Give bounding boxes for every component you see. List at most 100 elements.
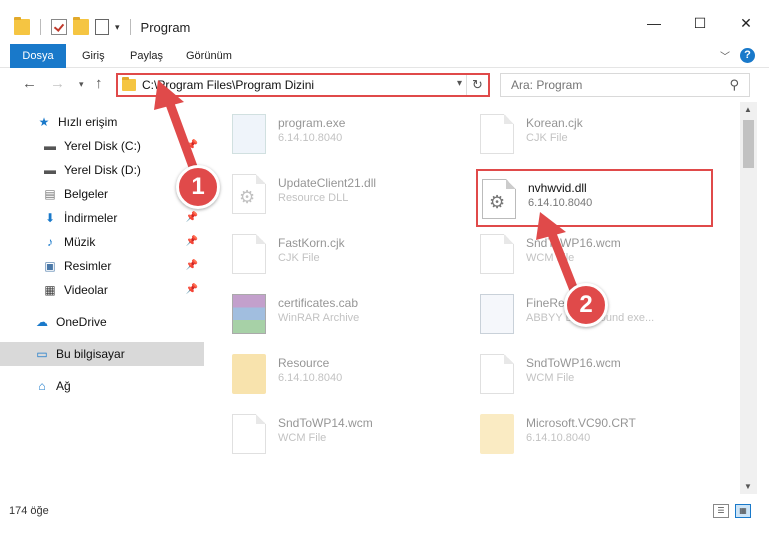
title-bar: ▾ Program — ☐ ✕	[0, 0, 769, 42]
sidebar-item-music[interactable]: ♪ Müzik 📌	[0, 230, 204, 254]
pin-icon[interactable]: 📌	[186, 260, 198, 271]
close-button[interactable]: ✕	[723, 8, 769, 38]
file-description: CJK File	[526, 132, 568, 144]
dll-file-icon	[232, 174, 266, 214]
file-icon	[480, 234, 514, 274]
computer-icon: ▭	[36, 347, 48, 361]
dll-file-icon	[482, 179, 516, 219]
address-path[interactable]: C:\Program Files\Program Dizini	[142, 78, 314, 92]
refresh-icon[interactable]: ↻	[466, 75, 488, 95]
download-icon: ⬇	[44, 211, 56, 225]
sidebar-item-local-disk-d[interactable]: ▬ Yerel Disk (D:)	[0, 158, 204, 182]
sidebar-item-label: Ağ	[56, 379, 71, 393]
sidebar-item-local-disk-c[interactable]: ▬ Yerel Disk (C:) 📌	[0, 134, 204, 158]
file-name: program.exe	[278, 116, 346, 130]
sidebar-item-documents[interactable]: ▤ Belgeler	[0, 182, 204, 206]
address-bar[interactable]: C:\Program Files\Program Dizini ▾ ↻	[116, 73, 490, 97]
folder-icon	[232, 354, 266, 394]
music-icon: ♪	[47, 235, 53, 249]
list-item[interactable]: SndToWP16.wcm WCM File	[454, 228, 694, 276]
file-icon	[232, 414, 266, 454]
list-item[interactable]: certificates.cab WinRAR Archive	[206, 288, 446, 336]
search-input[interactable]	[501, 74, 721, 96]
sidebar-item-pictures[interactable]: ▣ Resimler 📌	[0, 254, 204, 278]
list-item[interactable]: Resource 6.14.10.8040	[206, 348, 446, 396]
scroll-down-icon[interactable]: ▼	[744, 482, 752, 491]
folder-icon[interactable]	[14, 17, 30, 35]
list-item[interactable]: Microsoft.VC90.CRT 6.14.10.8040	[454, 408, 694, 456]
window-controls: — ☐ ✕	[631, 8, 769, 38]
tab-home[interactable]: Giriş	[72, 44, 115, 68]
navigation-pane: ★ Hızlı erişim ▬ Yerel Disk (C:) 📌 ▬ Yer…	[0, 106, 204, 494]
file-description: WinRAR Archive	[278, 312, 360, 324]
sidebar-item-onedrive[interactable]: ☁ OneDrive	[0, 310, 204, 334]
file-description: WCM File	[526, 372, 575, 384]
file-description: 6.14.10.8040	[526, 432, 591, 444]
folder-icon	[122, 77, 136, 91]
pin-icon[interactable]: 📌	[186, 236, 198, 247]
file-name: UpdateClient21.dll	[278, 176, 377, 190]
highlighted-file-nvhwvid[interactable]: nvhwvid.dll 6.14.10.8040	[476, 169, 713, 227]
video-icon: ▦	[44, 283, 56, 297]
chevron-down-icon[interactable]: ▾	[457, 78, 462, 89]
sidebar-item-videos[interactable]: ▦ Videolar 📌	[0, 278, 204, 302]
list-item[interactable]: program.exe 6.14.10.8040	[206, 108, 446, 156]
window-title: Program	[140, 19, 191, 35]
exe-file-icon	[232, 114, 266, 154]
list-item[interactable]: Korean.cjk CJK File	[454, 108, 694, 156]
star-icon: ★	[38, 115, 50, 129]
sidebar-item-label: Hızlı erişim	[58, 115, 118, 129]
sidebar-item-this-pc[interactable]: ▭ Bu bilgisayar	[0, 342, 204, 366]
file-description: WCM File	[278, 432, 327, 444]
file-icon	[480, 354, 514, 394]
list-item[interactable]: FastKorn.cjk CJK File	[206, 228, 446, 276]
file-description: 6.14.10.8040	[278, 132, 343, 144]
up-arrow-icon[interactable]: ↑	[95, 75, 103, 92]
search-box[interactable]: ⚲	[500, 73, 750, 97]
tiles-view-icon[interactable]: ▦	[735, 504, 751, 518]
customize-toolbar-icon[interactable]	[95, 19, 109, 35]
pin-icon[interactable]: 📌	[186, 140, 198, 151]
file-name: Microsoft.VC90.CRT	[526, 416, 636, 430]
sidebar-item-label: Belgeler	[64, 187, 109, 201]
sidebar-item-label: OneDrive	[56, 315, 107, 329]
back-arrow-icon[interactable]: ←	[22, 75, 37, 92]
sidebar-item-label: Bu bilgisayar	[56, 347, 125, 361]
quick-access-toolbar: ▾ Program	[14, 16, 190, 38]
drive-icon: ▬	[44, 139, 56, 153]
image-icon: ▣	[44, 259, 56, 273]
file-name: Korean.cjk	[526, 116, 583, 130]
scroll-thumb[interactable]	[743, 120, 754, 168]
tab-file[interactable]: Dosya	[10, 44, 66, 68]
list-item[interactable]: SndToWP16.wcm WCM File	[454, 348, 694, 396]
recent-locations-icon[interactable]: ▾	[79, 79, 84, 90]
file-description: 6.14.10.8040	[278, 372, 343, 384]
list-item[interactable]: nvhwvid.dll 6.14.10.8040	[456, 173, 696, 221]
scroll-up-icon[interactable]: ▲	[744, 105, 752, 114]
maximize-button[interactable]: ☐	[677, 8, 723, 38]
list-item[interactable]: UpdateClient21.dll Resource DLL	[206, 168, 446, 216]
details-view-icon[interactable]: ☰	[713, 504, 729, 518]
new-folder-icon[interactable]	[73, 17, 89, 35]
sidebar-item-quick-access[interactable]: ★ Hızlı erişim	[0, 110, 204, 134]
minimize-button[interactable]: —	[631, 8, 677, 38]
tab-view[interactable]: Görünüm	[176, 44, 242, 68]
expand-ribbon-icon[interactable]: ﹀	[720, 48, 730, 63]
pin-icon[interactable]: 📌	[186, 284, 198, 295]
chevron-down-icon[interactable]: ▾	[115, 22, 120, 33]
sidebar-item-label: Yerel Disk (D:)	[64, 163, 141, 177]
properties-check-icon[interactable]	[51, 19, 67, 35]
list-item[interactable]: SndToWP14.wcm WCM File	[206, 408, 446, 456]
sidebar-item-label: Müzik	[64, 235, 96, 249]
pin-icon[interactable]: 📌	[186, 212, 198, 223]
vertical-scrollbar[interactable]: ▲ ▼	[740, 102, 757, 494]
search-icon[interactable]: ⚲	[729, 77, 739, 93]
drive-icon: ▬	[44, 163, 56, 177]
tab-share[interactable]: Paylaş	[120, 44, 173, 68]
sidebar-item-network[interactable]: ⌂ Ağ	[0, 374, 204, 398]
archive-icon	[232, 294, 266, 334]
forward-arrow-icon[interactable]: →	[50, 75, 65, 92]
help-icon[interactable]: ?	[740, 48, 755, 63]
sidebar-item-downloads[interactable]: ⬇ İndirmeler 📌	[0, 206, 204, 230]
file-description: Resource DLL	[278, 192, 349, 204]
